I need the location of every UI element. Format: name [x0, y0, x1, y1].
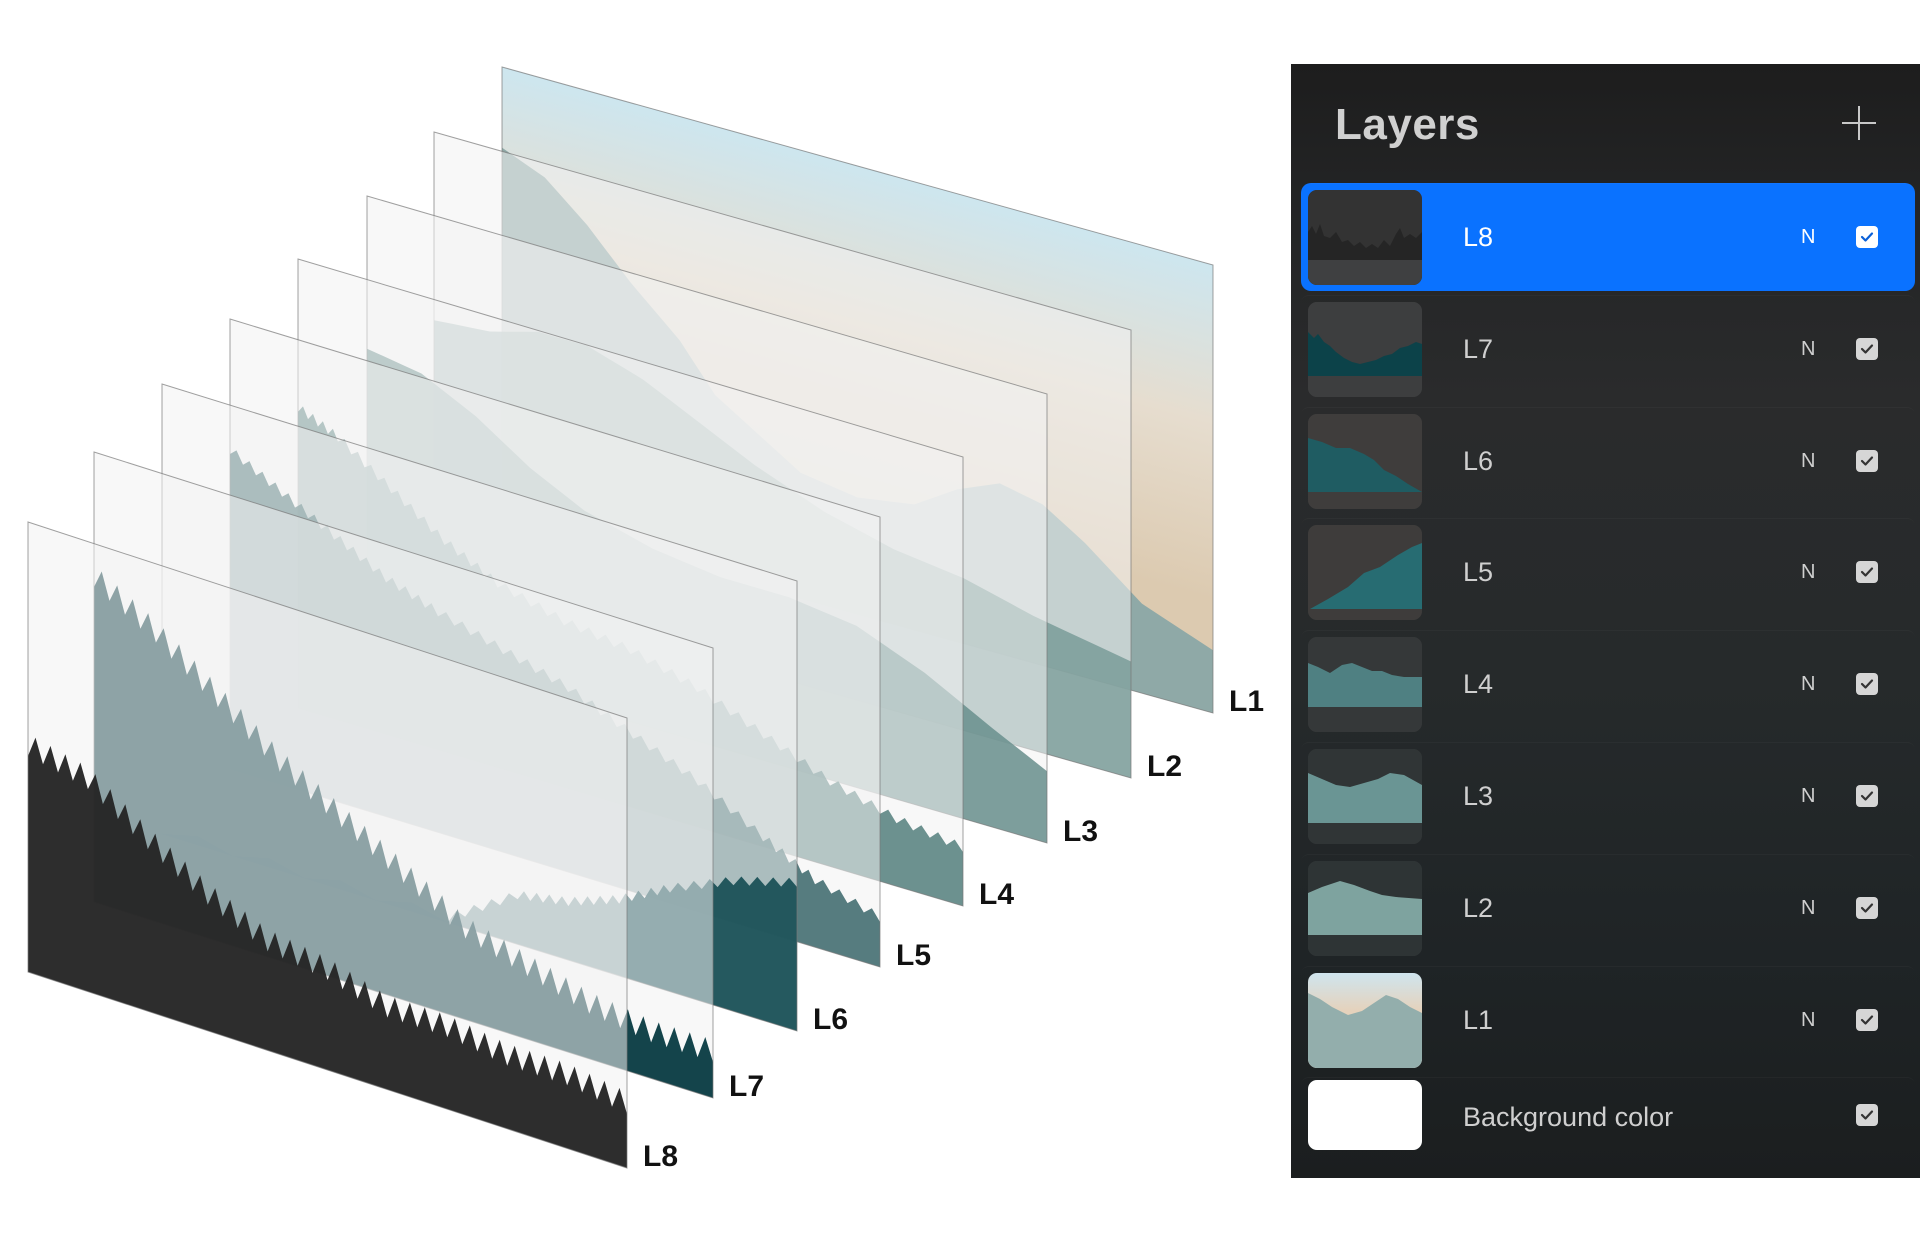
plane-label-l4: L4 — [979, 878, 1014, 911]
layer-name: L7 — [1463, 333, 1494, 364]
visibility-checkbox[interactable] — [1856, 1008, 1878, 1031]
blend-mode-button[interactable]: N — [1801, 1009, 1815, 1032]
visibility-checkbox[interactable] — [1856, 337, 1878, 360]
visibility-checkbox[interactable] — [1856, 1104, 1878, 1127]
layer-row-l4[interactable]: L4 N — [1301, 630, 1915, 738]
panel-title: Layers — [1335, 100, 1480, 149]
layer-name: L2 — [1463, 892, 1494, 923]
blend-mode-button[interactable]: N — [1801, 673, 1815, 696]
visibility-checkbox[interactable] — [1856, 673, 1878, 696]
plane-label-l5: L5 — [896, 939, 931, 972]
blend-mode-button[interactable]: N — [1801, 561, 1815, 584]
layer-thumbnail[interactable] — [1308, 525, 1422, 621]
layer-name: L8 — [1463, 222, 1494, 252]
layer-thumbnail[interactable] — [1308, 749, 1422, 844]
layer-name: L5 — [1463, 557, 1494, 588]
visibility-checkbox[interactable] — [1856, 785, 1878, 807]
blend-mode-button[interactable]: N — [1801, 785, 1815, 808]
checkmark-icon — [1860, 903, 1874, 913]
layer-thumbnail[interactable] — [1308, 972, 1422, 1068]
layer-thumbnail[interactable] — [1308, 413, 1422, 509]
checkmark-icon — [1860, 791, 1874, 801]
checkmark-icon — [1860, 1110, 1874, 1120]
layer-name: L3 — [1463, 781, 1494, 811]
blend-mode-button[interactable]: N — [1801, 338, 1815, 361]
visibility-checkbox[interactable] — [1856, 561, 1878, 584]
layers-panel: Layers L8 N L7 N L6 N L5 N L4 N L3 N L2 N L1 N Backgroun… — [1291, 64, 1920, 1178]
plane-label-l3: L3 — [1063, 815, 1098, 848]
checkmark-icon — [1860, 567, 1874, 577]
layer-stack-diagram: L1 L2 L3 L4 L5 L6 L7 L8 — [27, 66, 1264, 1173]
checkmark-icon — [1860, 232, 1874, 242]
layer-row-l6[interactable]: L6 N — [1301, 407, 1915, 515]
plane-label-l2: L2 — [1147, 750, 1182, 783]
plane-label-l6: L6 — [813, 1003, 848, 1036]
layer-thumbnail[interactable] — [1308, 860, 1422, 956]
blend-mode-button[interactable]: N — [1801, 226, 1815, 249]
plane-label-l7: L7 — [729, 1070, 764, 1103]
layer-row-l7[interactable]: L7 N — [1301, 295, 1915, 403]
layer-thumbnail[interactable] — [1308, 1080, 1422, 1151]
layer-row-l3[interactable]: L3 N — [1301, 742, 1915, 850]
checkmark-icon — [1860, 1014, 1874, 1025]
layer-thumbnail[interactable] — [1308, 301, 1422, 397]
layer-name: L4 — [1463, 669, 1494, 700]
layer-name: L1 — [1463, 1004, 1494, 1035]
blend-mode-button[interactable]: N — [1801, 897, 1815, 920]
layer-row-background-color[interactable]: Background color — [1301, 1077, 1915, 1169]
checkmark-icon — [1860, 455, 1874, 466]
layer-row-l1[interactable]: L1 N — [1301, 966, 1915, 1074]
layer-name: L6 — [1463, 445, 1494, 476]
layer-name: Background color — [1463, 1102, 1674, 1133]
checkmark-icon — [1860, 679, 1874, 689]
visibility-checkbox[interactable] — [1856, 226, 1878, 248]
layer-row-l8[interactable]: L8 N — [1301, 183, 1915, 291]
blend-mode-button[interactable]: N — [1801, 450, 1815, 473]
layer-row-l2[interactable]: L2 N — [1301, 854, 1915, 962]
layer-thumbnail[interactable] — [1308, 637, 1422, 733]
add-layer-button[interactable] — [1842, 106, 1876, 140]
visibility-checkbox[interactable] — [1856, 896, 1878, 919]
layer-row-l5[interactable]: L5 N — [1301, 518, 1915, 626]
visibility-checkbox[interactable] — [1856, 449, 1878, 472]
layer-thumbnail[interactable] — [1308, 190, 1422, 285]
plane-label-l8: L8 — [643, 1140, 678, 1173]
plane-label-l1: L1 — [1229, 685, 1264, 718]
checkmark-icon — [1860, 344, 1874, 354]
